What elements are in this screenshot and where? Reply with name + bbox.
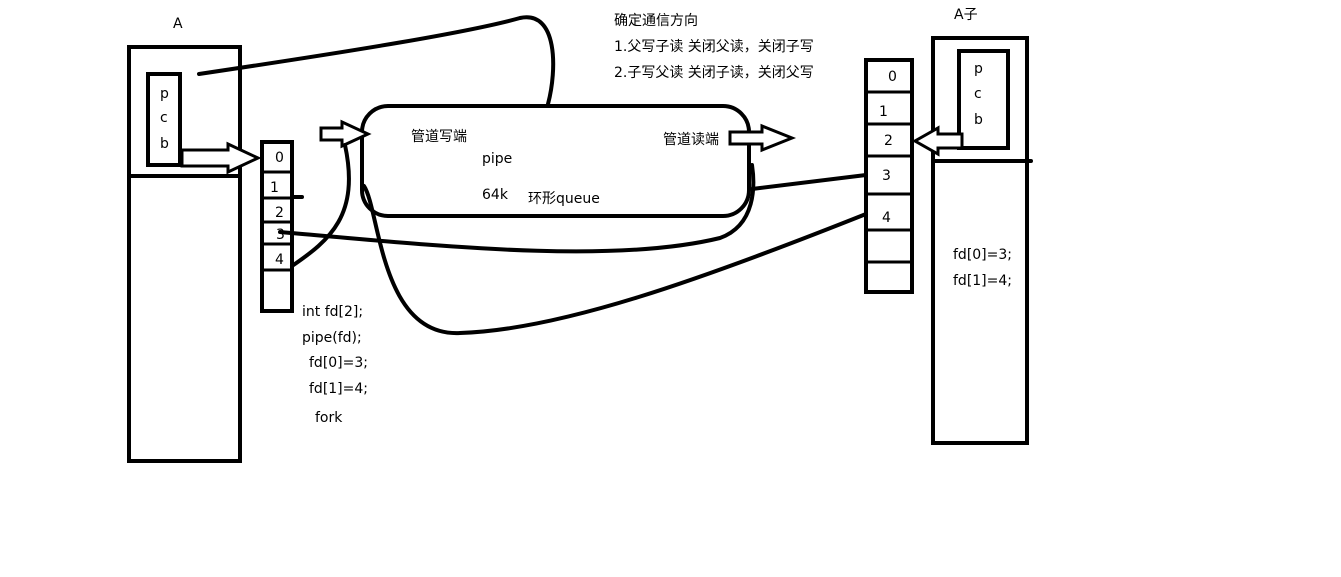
notes-title: 确定通信方向 [614,13,698,29]
parent-code-line-2: pipe(fd); [302,330,362,346]
child-fd-slot-1: 1 [879,104,888,120]
parent-fd-slot-4: 4 [275,252,284,268]
pipe-fork-diagram: A p c b 0 1 2 3 4 int fd[2]; pipe(fd); f… [127,7,1033,463]
parent-pcb-letter-p: p [160,86,169,102]
parent-process-label: A [173,16,183,32]
child-fd3-to-read-end [750,173,868,191]
parent-pcb-letter-b: b [160,136,169,152]
child-fd-slot-0: 0 [888,69,897,85]
pipe-write-end-label: 管道写端 [411,129,467,145]
child-pcb-letter-c: c [974,86,982,102]
child-code-line-2: fd[1]=4; [953,273,1012,289]
pipe-read-end-label: 管道读端 [663,131,719,148]
parent-fd-slot-2: 2 [275,205,284,221]
parent-process-box [127,45,242,463]
child-pcb-letter-p: p [974,61,983,77]
child-fd4-to-write-end [362,184,868,336]
parent-fd3-to-read-end [278,163,756,254]
parent-fd-slot-3: 3 [276,227,285,243]
child-code-line-1: fd[0]=3; [953,247,1012,263]
parent-pcb-to-fd-arrow [180,141,262,175]
parent-code-line-4: fd[1]=4; [309,381,368,397]
pipe-read-arrow [728,123,797,153]
child-fd-slot-4: 4 [882,210,891,226]
pipe-name-label: pipe [482,151,512,167]
child-fd-slot-2: 2 [884,133,893,149]
pipe-buffer-label: 环形queue [528,191,600,207]
child-process-label: A子 [954,7,978,23]
notes-line-2: 2.子写父读 关闭子读，关闭父写 [614,64,814,81]
child-fd-slot-3: 3 [882,168,891,184]
parent-code-line-3: fd[0]=3; [309,355,368,371]
child-pcb-box [957,49,1010,150]
notes-line-1: 1.父写子读 关闭父读，关闭子写 [614,38,814,55]
pcb-copy-curve [197,15,556,106]
pipe-size-label: 64k [482,187,509,203]
parent-fd4-to-write-end [290,143,351,268]
parent-code-line-1: int fd[2]; [302,304,363,320]
parent-fd-slot-1: 1 [270,180,279,196]
parent-pcb-letter-c: c [160,110,168,126]
parent-fd-slot-0: 0 [275,150,284,166]
child-pcb-to-fd-arrow [911,125,964,157]
child-pcb-letter-b: b [974,112,983,128]
parent-code-line-5: fork [315,410,343,426]
